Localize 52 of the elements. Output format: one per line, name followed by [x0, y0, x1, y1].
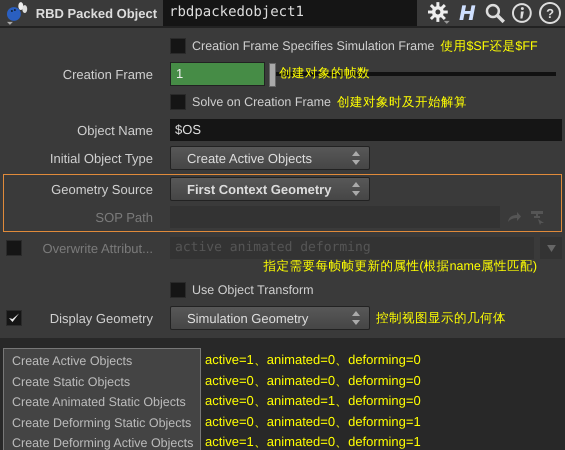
menu-item[interactable]: Create Active Objects	[4, 351, 200, 372]
toggle-label: Creation Frame Specifies Simulation Frame	[192, 39, 434, 53]
annotation: 指定需要每帧帧更新的属性(根据name属性匹配)	[263, 258, 537, 275]
dropdown-button[interactable]	[540, 237, 562, 259]
annotation: active=1、animated=0、deforming=1	[205, 433, 421, 450]
slider-track[interactable]: 创建对象的帧数	[271, 63, 556, 85]
checkmark-icon	[8, 312, 20, 324]
annotation: 使用$SF还是$FF	[440, 38, 538, 54]
annotation: active=0、animated=1、deforming=0	[205, 392, 421, 410]
jump-arrow-icon[interactable]	[506, 210, 522, 224]
stepper-icon	[351, 150, 361, 166]
node-picker-icon[interactable]	[528, 208, 546, 226]
parameter-label: Geometry Source	[51, 182, 153, 196]
asset-menu-button[interactable]: H	[456, 1, 478, 25]
annotation: active=0、animated=0、deforming=1	[205, 412, 421, 431]
menu-item[interactable]: Create Deforming Active Objects	[4, 433, 200, 450]
parameter-label: Initial Object Type	[50, 150, 153, 166]
node-type-label: RBD Packed Object	[36, 6, 158, 20]
dropdown[interactable]: First Context Geometry	[170, 177, 370, 201]
bowling-icon[interactable]	[4, 0, 30, 26]
parameter-label: Overwrite Attribut...	[42, 240, 153, 256]
checkbox[interactable]	[170, 282, 186, 298]
stepper-icon	[351, 181, 362, 197]
menu-item[interactable]: Create Deforming Static Objects	[4, 412, 200, 433]
number-field[interactable]: 1	[170, 62, 265, 86]
annotation: active=0、animated=0、deforming=0	[205, 372, 421, 390]
annotation: 控制视图显示的几何体	[376, 310, 506, 326]
text-field[interactable]: $OS	[170, 119, 562, 141]
annotation: active=1、animated=0、deforming=0	[205, 351, 421, 369]
toggle-label: Use Object Transform	[192, 283, 314, 297]
checkbox[interactable]	[6, 310, 22, 326]
parameter-label: Object Name	[77, 122, 153, 138]
parameter-label: Display Geometry	[50, 310, 153, 326]
checkbox[interactable]	[170, 94, 186, 110]
parameter-label: SOP Path	[95, 210, 153, 224]
info-icon[interactable]	[511, 2, 534, 24]
slider-handle[interactable]	[269, 63, 276, 87]
menu-item[interactable]: Create Animated Static Objects	[4, 392, 200, 412]
dropdown[interactable]: Create Active Objects	[170, 146, 370, 170]
checkbox[interactable]	[170, 38, 186, 54]
gear-icon[interactable]	[427, 1, 451, 25]
parameter-label: Creation Frame	[62, 66, 153, 82]
stepper-icon	[351, 310, 361, 326]
menu-item[interactable]: Create Static Objects	[4, 372, 200, 392]
node-name-field[interactable]: rbdpackedobject1	[163, 0, 418, 26]
search-icon[interactable]	[484, 2, 506, 24]
annotation: 创建对象时及开始解算	[336, 94, 467, 110]
help-button[interactable]: ?	[539, 2, 562, 24]
caret-icon	[546, 244, 556, 252]
toggle-label: Solve on Creation Frame	[192, 95, 331, 109]
dropdown[interactable]: Simulation Geometry	[170, 306, 370, 330]
annotation: 创建对象的帧数	[279, 65, 370, 82]
